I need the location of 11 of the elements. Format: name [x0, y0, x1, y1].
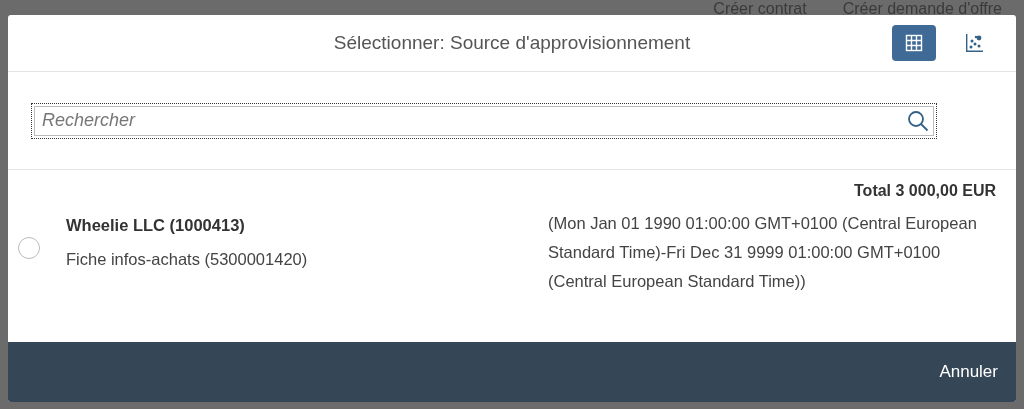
supplier-name: Wheelie LLC (1000413) [66, 215, 246, 235]
table-view-button[interactable] [892, 25, 936, 61]
scatter-chart-icon [964, 33, 984, 53]
supplier-detail: Fiche infos-achats (5300001420) [66, 250, 309, 269]
total-amount: Total 3 000,00 EUR [853, 181, 997, 200]
cancel-button[interactable]: Annuler [931, 356, 1006, 388]
validity-period: (Mon Jan 01 1990 01:00:00 GMT+0100 (Central European Standard Time)-Fri Dec 31 9999 01:00:00 GMT+0100 (Central European Standard Time)) [548, 213, 978, 292]
dialog-title: Sélectionner: Source d'approvisionnement [333, 32, 691, 54]
grid-icon [905, 34, 923, 52]
search-icon[interactable] [907, 109, 929, 132]
search-field[interactable]: Rechercher [31, 102, 937, 139]
